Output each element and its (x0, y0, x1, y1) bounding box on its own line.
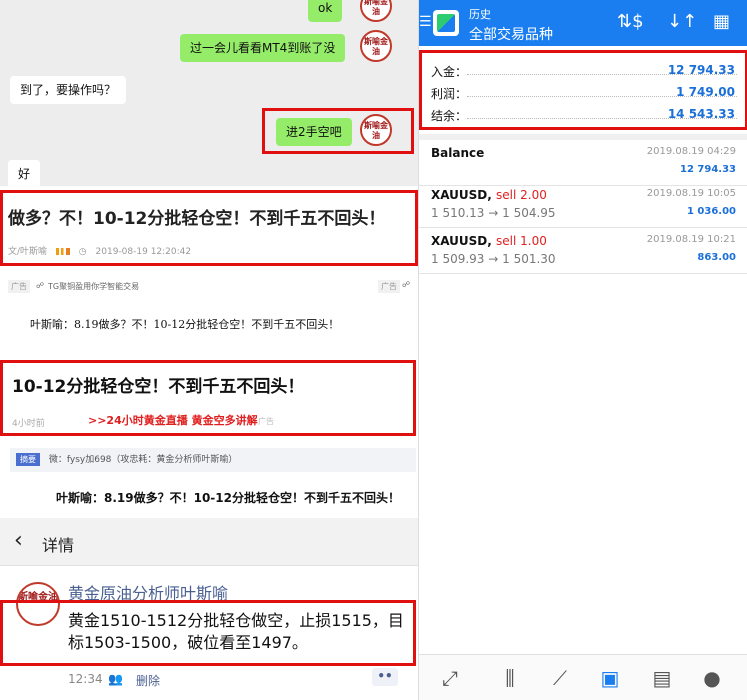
deal-symbol: Balance (431, 146, 485, 160)
avatar[interactable]: 斯喻金油 (360, 0, 392, 22)
trade-line-icon[interactable]: ⟋ (545, 663, 575, 693)
sort-icon[interactable]: ↓↑ (667, 12, 697, 32)
left-panel: ok 斯喻金油 过一会儿看看MT4到账了没 斯喻金油 到了，要操作吗？ 进2手空… (0, 0, 418, 700)
app-subtitle: 历史 (469, 8, 491, 21)
ad-text: TG聚铜盈用你学智能交易 (48, 282, 140, 291)
avatar[interactable]: 斯喻金油 (360, 30, 392, 62)
news-icon[interactable]: ▤ (647, 663, 677, 693)
highlight-box (0, 190, 418, 266)
deal-symbol: XAUUSD, sell 1.00 (431, 234, 547, 248)
chat-message-ok[interactable]: ok (308, 0, 343, 22)
hamburger-menu-icon[interactable]: ☰ (419, 14, 432, 30)
chat-message-check-mt4[interactable]: 过一会儿看看MT4到账了没 (180, 34, 346, 62)
back-chevron-icon[interactable]: ‹ (14, 528, 23, 553)
highlight-box (0, 600, 416, 666)
deal-amount: 863.00 (697, 252, 736, 263)
delete-link[interactable]: 删除 (136, 672, 160, 689)
more-button[interactable]: •• (372, 668, 398, 686)
chat-bubble-icon[interactable]: ● (697, 663, 727, 693)
history-inbox-icon[interactable]: ▣ (595, 663, 625, 693)
deal-row[interactable]: XAUUSD, sell 2.00 1 510.13 → 1 504.95 20… (419, 182, 747, 228)
excerpt-box: 摘要 微：fysy加698（攻忠耗：黄金分析师叶斯喻） (10, 448, 416, 472)
highlight-box (0, 360, 416, 436)
chat-message-arrived[interactable]: 到了，要操作吗？ (10, 76, 127, 104)
symbol-filter-title[interactable]: 全部交易品种 (469, 24, 553, 44)
calendar-icon[interactable]: ▦ (713, 12, 730, 32)
highlight-box (262, 108, 414, 154)
excerpt-tag: 摘要 (16, 453, 40, 466)
quotes-arrows-icon[interactable]: ⤢ (435, 663, 465, 693)
chat-area: ok 斯喻金油 过一会儿看看MT4到账了没 斯喻金油 到了，要操作吗？ 进2手空… (0, 0, 418, 188)
highlight-box (419, 50, 747, 130)
page-title: 详情 (42, 536, 75, 555)
chart-candles-icon[interactable]: ⫼ (495, 663, 525, 693)
currency-exchange-icon[interactable]: ⇅$ (617, 12, 644, 32)
ad-tag: 广告 (8, 280, 30, 293)
deal-amount: 12 794.33 (680, 164, 736, 175)
excerpt-text: 微：fysy加698（攻忠耗：黄金分析师叶斯喻） (48, 455, 238, 465)
app-logo-icon (433, 10, 459, 36)
ad-tag: 广告 (378, 280, 400, 293)
ad-row[interactable]: 广告 ☍ TG聚铜盈用你学智能交易 广告 ☍ (0, 278, 418, 296)
deal-date: 2019.08.19 04:29 (646, 146, 736, 157)
bottom-nav: ⤢ ⫼ ⟋ ▣ ▤ ● (419, 654, 747, 700)
deal-row[interactable]: Balance 2019.08.19 04:29 12 794.33 (419, 140, 747, 186)
person-icon: 👥 (108, 672, 123, 686)
article-summary-line: 叶斯喻：8.19做多？不！10-12分批轻仓空！不到千五不回头！ (56, 491, 400, 505)
right-panel: ☰ 历史 全部交易品种 ⇅$ ↓↑ ▦ 入金： 12 794.33 利润： 1 … (418, 0, 747, 700)
ad-icon: ☍ (402, 280, 411, 289)
screenshot-root: ok 斯喻金油 过一会儿看看MT4到账了没 斯喻金油 到了，要操作吗？ 进2手空… (0, 0, 747, 700)
article-summary-line: 叶斯喻：8.19做多？不！10-12分批轻仓空！不到千五不回头！ (30, 318, 340, 331)
deal-date: 2019.08.19 10:05 (646, 188, 736, 199)
deal-row[interactable]: XAUUSD, sell 1.00 1 509.93 → 1 501.30 20… (419, 228, 747, 274)
ad-icon: ☍ (36, 281, 45, 290)
detail-header: ‹ 详情 (0, 518, 418, 566)
chat-message-good[interactable]: 好 (8, 160, 41, 188)
deal-prices: 1 509.93 → 1 501.30 (431, 252, 556, 266)
deal-prices: 1 510.13 → 1 504.95 (431, 206, 556, 220)
deal-amount: 1 036.00 (686, 206, 736, 217)
deal-symbol: XAUUSD, sell 2.00 (431, 188, 547, 202)
deal-date: 2019.08.19 10:21 (646, 234, 736, 245)
app-bar: ☰ 历史 全部交易品种 ⇅$ ↓↑ ▦ (419, 0, 747, 46)
post-time: 12:34 (68, 672, 103, 686)
